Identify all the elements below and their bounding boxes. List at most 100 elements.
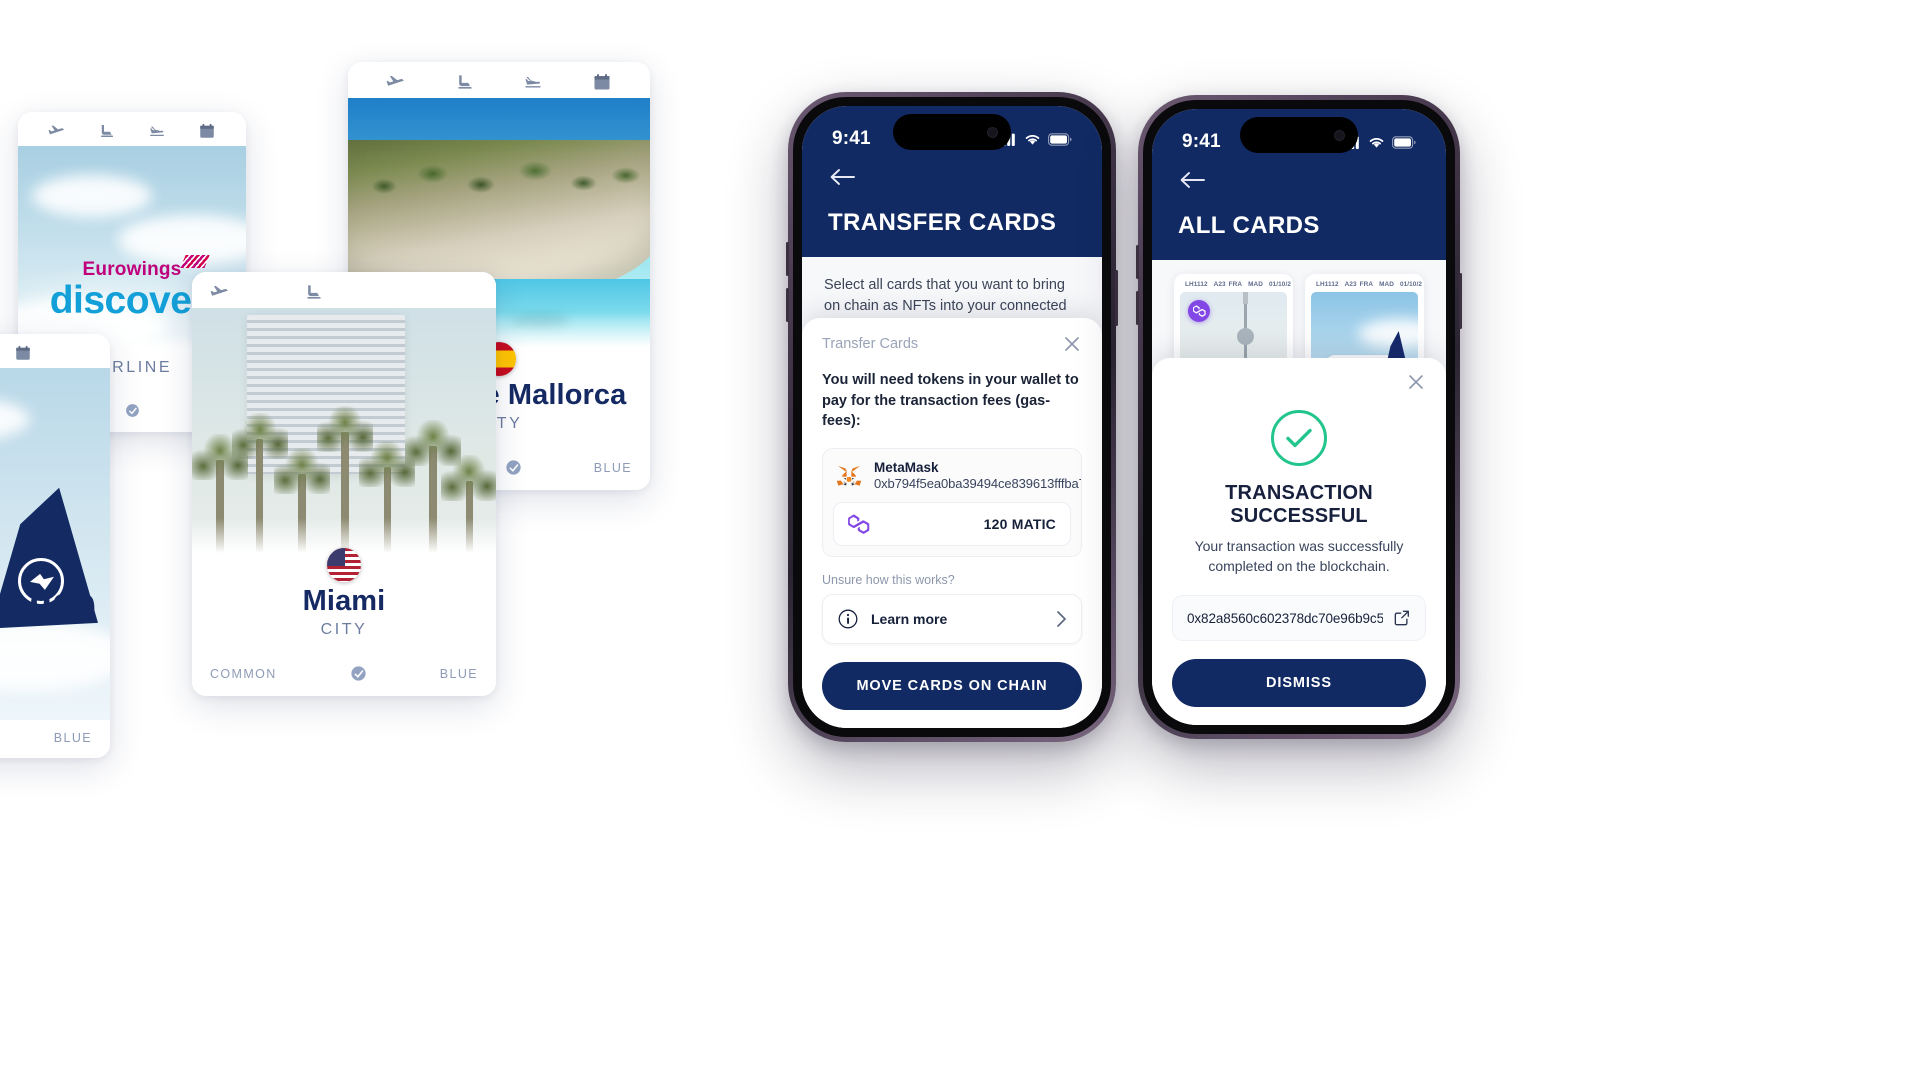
chevron-right-icon [1057, 611, 1066, 627]
seat-number: A23 [1213, 281, 1226, 288]
wallet-name: MetaMask [874, 460, 939, 475]
flight-number: LH1112 [1185, 281, 1208, 288]
seat-icon [307, 285, 321, 299]
close-icon[interactable] [1062, 334, 1082, 354]
seat-icon [458, 75, 472, 89]
token-balance-row: 120 MATIC [833, 502, 1071, 546]
chain-logo-icon [506, 460, 521, 475]
phone-bezel: 9:41 [793, 97, 1111, 737]
destination-code: MAD [1248, 281, 1263, 288]
status-bar: 9:41 [802, 106, 1102, 158]
card-tier: BLUE [439, 666, 478, 681]
power-button[interactable] [1459, 273, 1462, 329]
transfer-cards-sheet: Transfer Cards You will need tokens in y… [802, 318, 1102, 728]
brand-line-1: Eurowings [82, 258, 182, 280]
card-meta: Miami CITY [192, 518, 496, 653]
plane-land-icon [525, 76, 541, 88]
all-cards-body: LH1112 A23 FRA MAD 01/10/23 LH1112 A23 F… [1152, 260, 1446, 725]
plane-depart-icon [48, 125, 65, 135]
destination-code: MAD [1379, 281, 1394, 288]
origin-code: FRA [1359, 281, 1374, 288]
nft-card-miami[interactable]: Miami CITY COMMON BLUE [192, 272, 496, 696]
token-amount: 120 MATIC [983, 516, 1056, 532]
back-arrow-icon[interactable] [1178, 167, 1208, 193]
learn-more-label: Learn more [871, 611, 948, 627]
calendar-icon [594, 74, 610, 90]
card-rarity: COMMON [210, 666, 277, 681]
screenshot-root: Eurowings discover. AIRLINE 800 BLUE Pal… [0, 0, 1920, 1080]
polygon-icon [848, 514, 870, 534]
phone-transfer-cards: 9:41 TRANSFER CARDS Select all cards tha… [786, 92, 1118, 742]
phone-bezel: 9:41 [1143, 100, 1455, 734]
dismiss-button[interactable]: DISMISS [1172, 659, 1426, 707]
external-link-icon[interactable] [1393, 609, 1411, 627]
card-flight-meta: LH1112 A23 FRA MAD 01/10/23 [1307, 276, 1422, 292]
card-icon-row [0, 334, 110, 368]
transaction-success-sheet: TRANSACTION SUCCESSFUL Your transaction … [1152, 358, 1446, 725]
nft-card-collage: Eurowings discover. AIRLINE 800 BLUE Pal… [0, 0, 860, 960]
card-icon-row [348, 62, 650, 98]
plane-land-icon [150, 126, 164, 136]
wallet-address: 0xb794f5ea0ba39494ce839613fffba74... [874, 476, 1082, 491]
volume-down-button[interactable] [1136, 291, 1139, 325]
card-icon-row [192, 272, 496, 308]
card-subtitle: CITY [320, 621, 368, 638]
metamask-fox-icon [836, 465, 862, 486]
nft-card-lufthansa-800[interactable]: 800 BLUE [0, 334, 110, 758]
front-camera-icon [988, 127, 997, 137]
front-camera-icon [1335, 130, 1344, 140]
page-title: TRANSFER CARDS [828, 209, 1057, 236]
power-button[interactable] [1115, 270, 1118, 326]
polygon-badge-icon [1188, 300, 1210, 322]
plane-depart-icon [210, 285, 228, 296]
calendar-icon [16, 345, 30, 360]
move-cards-on-chain-button[interactable]: MOVE CARDS ON CHAIN [822, 662, 1082, 710]
status-bar: 9:41 [1152, 109, 1446, 161]
wallet-details: MetaMask 0xb794f5ea0ba39494ce839613fffba… [874, 460, 1082, 491]
flight-number: LH1112 [1316, 281, 1339, 288]
nav-bar-all-cards: ALL CARDS [1152, 161, 1446, 260]
dynamic-island [893, 114, 1011, 150]
volume-up-button[interactable] [786, 242, 789, 276]
phone-all-cards: 9:41 ALL CARDS LH1112 A23 FRA MAD 01/10/… [1136, 95, 1462, 739]
wallet-account-row[interactable]: MetaMask 0xb794f5ea0ba39494ce839613fffba… [823, 449, 1081, 502]
origin-code: FRA [1228, 281, 1243, 288]
phone-screen-all-cards: 9:41 ALL CARDS LH1112 A23 FRA MAD 01/10/… [1152, 109, 1446, 725]
card-big-number: 800 [29, 587, 96, 631]
status-time: 9:41 [1182, 131, 1221, 152]
dynamic-island [1240, 117, 1358, 153]
card-icon-row [18, 112, 246, 146]
page-title: ALL CARDS [1178, 212, 1320, 239]
volume-up-button[interactable] [1136, 245, 1139, 279]
usa-flag [327, 548, 361, 583]
battery-icon [1392, 135, 1416, 149]
volume-down-button[interactable] [786, 288, 789, 322]
sheet-title: Transfer Cards [822, 336, 919, 353]
learn-more-row[interactable]: Learn more [822, 594, 1082, 644]
card-tier: BLUE [593, 460, 632, 475]
flight-date: 01/10/23 [1268, 281, 1293, 288]
back-arrow-icon[interactable] [828, 164, 858, 190]
card-footer: COMMON BLUE [192, 653, 496, 696]
wifi-icon [1369, 137, 1384, 148]
card-title: Miami [302, 585, 386, 618]
success-title: TRANSACTION SUCCESSFUL [1225, 482, 1373, 528]
sheet-header [1172, 372, 1426, 392]
flight-date: 01/10/23 [1399, 281, 1424, 288]
card-artwork-miami: Miami CITY [192, 308, 496, 653]
calendar-icon [200, 123, 214, 138]
close-icon[interactable] [1406, 372, 1426, 392]
unsure-label: Unsure how this works? [822, 573, 955, 587]
wifi-icon [1025, 134, 1040, 145]
gas-fee-description: You will need tokens in your wallet to p… [822, 372, 1079, 430]
card-tier: BLUE [53, 731, 92, 745]
phone-screen-transfer: 9:41 TRANSFER CARDS Select all cards tha… [802, 106, 1102, 728]
wallet-panel: MetaMask 0xb794f5ea0ba39494ce839613fffba… [822, 448, 1082, 557]
sheet-header: Transfer Cards [822, 334, 1082, 354]
status-time: 9:41 [832, 128, 871, 149]
card-footer: BLUE [0, 720, 110, 758]
transaction-hash-row[interactable]: 0x82a8560c602378dc70e96b9c5c4bc... [1172, 595, 1426, 641]
check-circle-icon [1271, 410, 1327, 467]
battery-icon [1048, 132, 1072, 146]
seat-icon [101, 125, 113, 137]
